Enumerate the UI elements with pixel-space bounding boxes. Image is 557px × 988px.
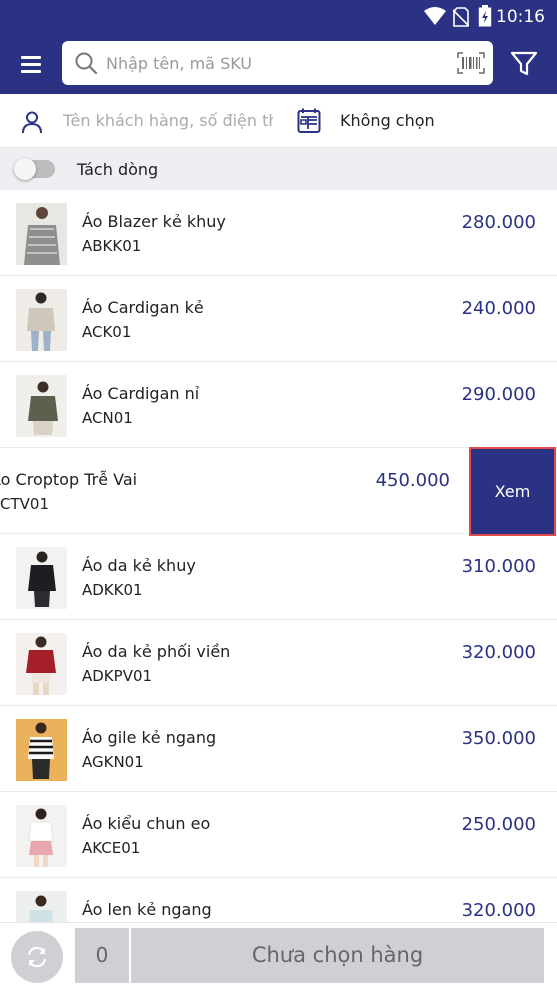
barcode-scan-icon[interactable] bbox=[457, 52, 485, 74]
product-thumbnail bbox=[16, 633, 67, 695]
product-price: 320.000 bbox=[461, 900, 536, 921]
product-thumbnail bbox=[16, 375, 67, 437]
product-sku: ACN01 bbox=[82, 409, 133, 427]
product-name: Áo Cardigan kẻ bbox=[82, 298, 204, 317]
product-row[interactable]: Áo gile kẻ ngang AGKN01 350.000 bbox=[0, 706, 557, 792]
product-thumbnail bbox=[16, 547, 67, 609]
product-name: Áo gile kẻ ngang bbox=[82, 728, 217, 747]
product-row[interactable]: Áo len kẻ ngang 320.000 bbox=[0, 878, 557, 922]
status-time: 10:16 bbox=[496, 7, 545, 27]
checkout-button[interactable]: Chưa chọn hàng bbox=[131, 928, 544, 983]
product-name: Áo da kẻ phối viền bbox=[82, 642, 231, 661]
app-bar bbox=[0, 34, 557, 94]
product-row[interactable]: Áo kiểu chun eo AKCE01 250.000 bbox=[0, 792, 557, 878]
table-select-value[interactable]: Không chọn bbox=[340, 111, 435, 130]
product-price: 350.000 bbox=[461, 728, 536, 749]
product-row[interactable]: Áo Cardigan nỉ ACN01 290.000 bbox=[0, 362, 557, 448]
product-row[interactable]: Áo Cardigan kẻ ACK01 240.000 bbox=[0, 276, 557, 362]
search-box[interactable] bbox=[62, 41, 493, 85]
customer-bar: Tên khách hàng, số điện thoại Không chọn bbox=[0, 94, 557, 148]
no-sim-icon bbox=[453, 7, 469, 27]
product-row[interactable]: Áo da kẻ khuy ADKK01 310.000 bbox=[0, 534, 557, 620]
person-icon bbox=[22, 111, 42, 134]
split-line-toggle[interactable] bbox=[14, 158, 55, 180]
hamburger-menu-icon[interactable] bbox=[16, 50, 48, 78]
status-bar: 10:16 bbox=[0, 0, 557, 34]
cart-quantity: 0 bbox=[75, 928, 129, 983]
split-line-label: Tách dòng bbox=[77, 160, 159, 179]
table-grid-icon[interactable] bbox=[297, 108, 321, 134]
product-name: Áo da kẻ khuy bbox=[82, 556, 196, 575]
view-button[interactable]: Xem bbox=[469, 447, 556, 536]
product-name: Áo Croptop Trễ Vai bbox=[0, 470, 138, 489]
search-icon bbox=[75, 52, 98, 75]
product-price: 240.000 bbox=[461, 298, 536, 319]
product-name: Áo len kẻ ngang bbox=[82, 900, 212, 919]
product-sku: AKCE01 bbox=[82, 839, 141, 857]
product-list[interactable]: Áo Blazer kẻ khuy ABKK01 280.000 Áo Card… bbox=[0, 190, 557, 922]
product-thumbnail bbox=[16, 203, 67, 265]
customer-search-field[interactable]: Tên khách hàng, số điện thoại bbox=[63, 111, 273, 130]
bottom-bar: 0 Chưa chọn hàng bbox=[0, 922, 557, 988]
product-row[interactable]: Áo Blazer kẻ khuy ABKK01 280.000 bbox=[0, 190, 557, 276]
split-line-row: Tách dòng bbox=[0, 148, 557, 190]
product-thumbnail bbox=[16, 719, 67, 781]
product-price: 290.000 bbox=[461, 384, 536, 405]
product-price: 280.000 bbox=[461, 212, 536, 233]
product-price: 310.000 bbox=[461, 556, 536, 577]
product-sku: AGKN01 bbox=[82, 753, 144, 771]
wifi-icon bbox=[424, 7, 446, 25]
product-sku: ACTV01 bbox=[0, 495, 49, 513]
product-sku: ADKK01 bbox=[82, 581, 143, 599]
product-price: 450.000 bbox=[375, 470, 450, 491]
product-thumbnail bbox=[16, 805, 67, 867]
refresh-button[interactable] bbox=[11, 931, 63, 983]
product-price: 250.000 bbox=[461, 814, 536, 835]
product-sku: ABKK01 bbox=[82, 237, 142, 255]
product-name: Áo kiểu chun eo bbox=[82, 814, 211, 833]
search-input[interactable] bbox=[106, 49, 436, 77]
product-sku: ADKPV01 bbox=[82, 667, 153, 685]
product-thumbnail bbox=[16, 891, 67, 922]
product-sku: ACK01 bbox=[82, 323, 132, 341]
product-price: 320.000 bbox=[461, 642, 536, 663]
product-name: Áo Blazer kẻ khuy bbox=[82, 212, 226, 231]
refresh-icon bbox=[27, 946, 47, 968]
filter-icon[interactable] bbox=[508, 50, 540, 78]
product-row[interactable]: Áo da kẻ phối viền ADKPV01 320.000 bbox=[0, 620, 557, 706]
product-name: Áo Cardigan nỉ bbox=[82, 384, 200, 403]
product-thumbnail bbox=[16, 289, 67, 351]
battery-charging-icon bbox=[478, 5, 492, 27]
